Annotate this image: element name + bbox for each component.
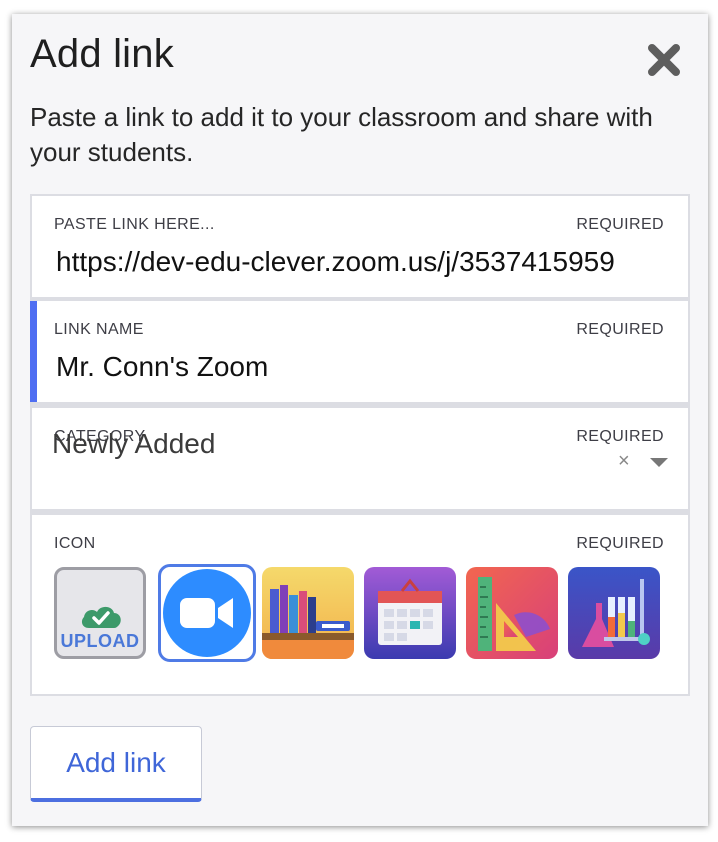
dialog-description: Paste a link to add it to your classroom… xyxy=(30,102,653,167)
link-name-required: REQUIRED xyxy=(576,321,664,338)
icon-option-library[interactable] xyxy=(262,567,354,659)
icon-option-lab[interactable] xyxy=(568,567,660,659)
link-name-field[interactable]: LINK NAME REQUIRED Mr. Conn's Zoom xyxy=(30,301,688,402)
ruler-protractor-icon xyxy=(466,567,558,659)
close-icon[interactable] xyxy=(644,40,684,80)
clear-category-icon[interactable]: × xyxy=(618,450,630,473)
paste-link-required: REQUIRED xyxy=(576,216,664,233)
category-select-value[interactable]: Newly Added xyxy=(52,428,215,460)
dialog-title: Add link xyxy=(30,32,174,76)
add-link-button[interactable]: Add link xyxy=(30,726,202,802)
icon-option-calendar[interactable] xyxy=(364,567,456,659)
cloud-check-icon xyxy=(81,606,121,628)
upload-icon-button[interactable]: UPLOAD xyxy=(54,567,146,659)
icon-required: REQUIRED xyxy=(576,535,664,552)
zoom-icon xyxy=(163,569,251,657)
paste-link-label: PASTE LINK HERE... xyxy=(54,216,215,233)
icon-option-zoom[interactable] xyxy=(158,564,256,662)
link-form: PASTE LINK HERE... REQUIRED https://dev-… xyxy=(30,194,690,696)
chevron-down-icon[interactable] xyxy=(650,458,668,467)
icon-label: ICON xyxy=(54,535,96,552)
calendar-icon xyxy=(364,567,456,659)
link-name-label: LINK NAME xyxy=(54,321,144,338)
paste-link-field[interactable]: PASTE LINK HERE... REQUIRED https://dev-… xyxy=(32,196,688,297)
upload-label: UPLOAD xyxy=(60,631,140,651)
icon-option-geometry[interactable] xyxy=(466,567,558,659)
add-link-dialog: Add link Paste a link to add it to your … xyxy=(12,14,708,826)
category-required: REQUIRED xyxy=(576,428,664,445)
category-field[interactable]: CATEGORY REQUIRED Newly Added × xyxy=(32,408,688,509)
lab-flasks-icon xyxy=(568,567,660,659)
icon-field: ICON REQUIRED UPLOAD xyxy=(32,515,688,694)
focus-indicator xyxy=(30,301,37,402)
link-name-input[interactable]: Mr. Conn's Zoom xyxy=(56,351,268,383)
library-books-icon xyxy=(262,567,354,659)
paste-link-input[interactable]: https://dev-edu-clever.zoom.us/j/3537415… xyxy=(56,246,615,278)
